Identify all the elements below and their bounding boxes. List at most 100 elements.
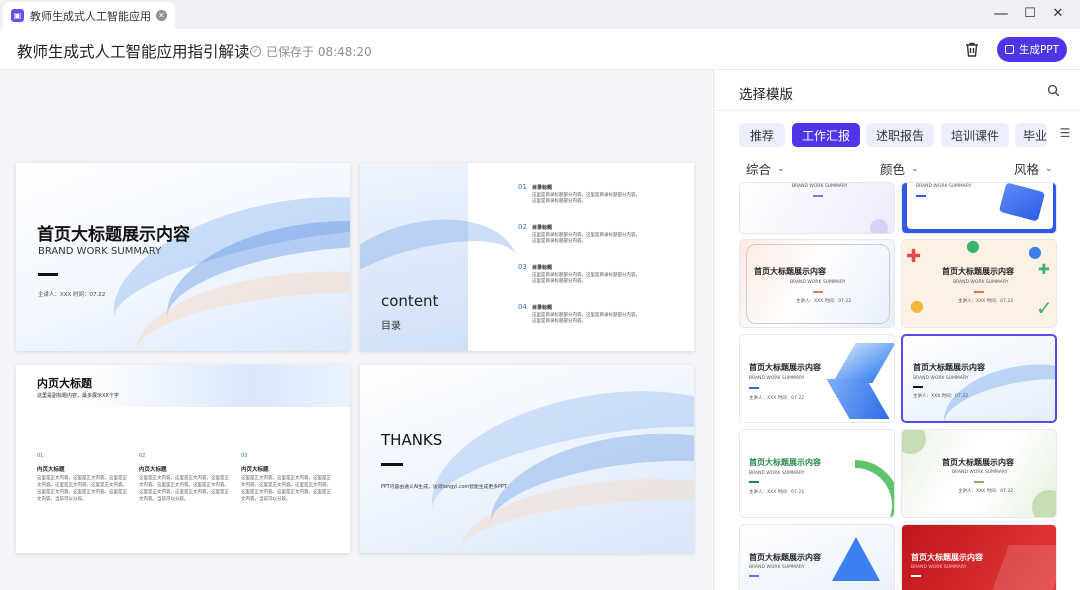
inner-col-text: 这里是正文内容。这里是正文内容。这里是正文内容。这里是正文内容。这里是正文内容。… <box>37 476 127 502</box>
template-title: 首页大标题展示内容 <box>942 267 1014 276</box>
cover-subtitle: BRAND WORK SUMMARY <box>38 246 162 257</box>
chevron-down-icon: ⌄ <box>1045 163 1053 174</box>
template-thumb-selected[interactable]: 首页大标题展示内容 BRAND WORK SUMMARY 主讲人：XXX 时间：… <box>901 334 1057 423</box>
toc-item-head: 目录标题 <box>532 305 553 311</box>
template-panel: 选择模版 推荐 工作汇报 述职报告 培训课件 毕业 ☰ 综合 ⌄ 颜色 ⌄ 风格 ⌄ … <box>713 70 1080 590</box>
inner-col-head: 内页大标题 <box>139 467 167 473</box>
inner-col-number: 03 <box>241 453 248 459</box>
tab-graduation[interactable]: 毕业 <box>1015 123 1047 147</box>
inner-column: 03 内页大标题 这里是正文内容。这里是正文内容。这里是正文内容。这里是正文内容… <box>241 453 331 503</box>
filter-color[interactable]: 颜色 ⌄ <box>880 159 919 178</box>
template-bar <box>974 291 984 293</box>
divider <box>714 110 1080 111</box>
template-thumb[interactable]: 首页大标题展示内容 BRAND WORK SUMMARY <box>901 524 1057 590</box>
inner-col-head: 内页大标题 <box>37 467 65 473</box>
slide-toc[interactable]: content 目录 01 目录标题 这里是目录标题部分内容。这里是目录标题部分… <box>360 163 694 351</box>
inner-title: 内页大标题 <box>37 377 92 390</box>
filter-style[interactable]: 风格 ⌄ <box>1014 159 1053 178</box>
thanks-bar <box>381 463 403 466</box>
generate-ppt-button[interactable]: 生成PPT <box>997 37 1067 62</box>
slide-cover[interactable]: 首页大标题展示内容 BRAND WORK SUMMARY 主讲人：XXX 时间：… <box>16 163 350 351</box>
toc-item-text: 这里是目录标题部分内容。这里是目录标题部分内容。这里是目录标题部分内容。 <box>532 233 640 244</box>
template-sub: BRAND WORK SUMMARY <box>792 184 848 189</box>
template-meta: 主讲人：XXX 时间：07.22 <box>913 394 969 399</box>
template-sub: BRAND WORK SUMMARY <box>916 184 972 189</box>
chevron-down-icon: ⌄ <box>777 163 785 174</box>
save-status: ✓ 已保存于 08:48:20 <box>250 43 372 60</box>
template-bar <box>749 387 759 389</box>
inner-column: 01 内页大标题 这里是正文内容。这里是正文内容。这里是正文内容。这里是正文内容… <box>37 453 127 503</box>
document-title[interactable]: 教师生成式人工智能应用指引解读 <box>17 40 250 62</box>
decor-shape <box>791 441 894 517</box>
document-tab[interactable]: ▣ 教师生成式人工智能应用指... ✕ <box>3 2 175 29</box>
template-thumb[interactable]: 首页大标题展示内容 BRAND WORK SUMMARY 主讲人：XXX 时间：… <box>739 239 895 328</box>
template-thumb[interactable]: 首页大标题展示内容 BRAND WORK SUMMARY <box>739 524 895 590</box>
tab-recommend[interactable]: 推荐 <box>739 123 785 147</box>
toc-item-text: 这里是目录标题部分内容。这里是目录标题部分内容。这里是目录标题部分内容。 <box>532 193 640 204</box>
toc-item-text: 这里是目录标题部分内容。这里是目录标题部分内容。这里是目录标题部分内容。 <box>532 273 640 284</box>
template-thumb[interactable]: BRAND WORK SUMMARY <box>901 182 1057 234</box>
template-bar <box>913 386 923 388</box>
template-title: 首页大标题展示内容 <box>942 458 1014 467</box>
toc-title: content <box>381 292 439 310</box>
thanks-title: THANKS <box>381 431 443 449</box>
filter-sort[interactable]: 综合 ⌄ <box>746 159 785 178</box>
filter-label: 风格 <box>1014 162 1040 177</box>
template-meta: 主讲人：XXX 时间：07.22 <box>958 299 1014 304</box>
template-meta: 主讲人：XXX 时间：07.22 <box>796 299 852 304</box>
decor-shape: ✚ <box>1038 262 1050 278</box>
template-title: 首页大标题展示内容 <box>754 267 826 276</box>
template-sub: BRAND WORK SUMMARY <box>749 565 805 570</box>
toc-side-panel <box>360 163 533 351</box>
cover-meta: 主讲人：XXX 时间：07.22 <box>38 292 106 298</box>
tab-work-report[interactable]: 工作汇报 <box>792 123 860 147</box>
ppt-icon <box>1004 45 1014 54</box>
title-bar: ▣ 教师生成式人工智能应用指... ✕ — ☐ ✕ <box>0 0 1080 29</box>
cover-bar <box>38 273 58 276</box>
toc-item-number: 01 <box>518 183 527 191</box>
decor-leaf <box>902 430 926 454</box>
template-title: 首页大标题展示内容 <box>913 363 985 372</box>
template-sub: BRAND WORK SUMMARY <box>749 471 805 476</box>
template-bar <box>916 195 926 197</box>
template-thumb[interactable]: ✚ ● ● ✚ ● ✓ 首页大标题展示内容 BRAND WORK SUMMARY… <box>901 239 1057 328</box>
decor-shape: ● <box>910 296 924 315</box>
close-window-icon[interactable]: ✕ <box>1049 6 1067 21</box>
toc-item: 01 目录标题 这里是目录标题部分内容。这里是目录标题部分内容。这里是目录标题部… <box>518 183 648 223</box>
template-thumb[interactable]: 首页大标题展示内容 BRAND WORK SUMMARY 主讲人：XXX 时间：… <box>739 334 895 423</box>
template-title: 首页大标题展示内容 <box>749 363 821 372</box>
template-title: 首页大标题展示内容 <box>749 553 821 562</box>
tab-title: 教师生成式人工智能应用指... <box>30 9 150 23</box>
template-thumb[interactable]: 首页大标题展示内容 BRAND WORK SUMMARY 主讲人：XXX 时间：… <box>739 429 895 518</box>
toc-item-head: 目录标题 <box>532 265 553 271</box>
template-thumb[interactable]: 首页大标题展示内容 BRAND WORK SUMMARY 主讲人：XXX 时间：… <box>901 429 1057 518</box>
cover-title: 首页大标题展示内容 <box>37 225 190 245</box>
more-tabs-icon[interactable]: ☰ <box>1052 126 1078 146</box>
menu-icon[interactable]: — <box>992 4 1010 22</box>
template-sub: BRAND WORK SUMMARY <box>913 376 969 381</box>
decor-shape <box>870 219 888 233</box>
slide-inner[interactable]: 内页大标题 这里是副标题内容，最多展示XX个字 01 内页大标题 这里是正文内容… <box>16 365 350 553</box>
slide-thanks[interactable]: THANKS PPT内容由通义AI生成，访问tongyi.com智能生成更多PP… <box>360 365 694 553</box>
maximize-icon[interactable]: ☐ <box>1021 6 1039 21</box>
toc-item-text: 这里是目录标题部分内容。这里是目录标题部分内容。这里是目录标题部分内容。 <box>532 313 640 324</box>
template-bar <box>749 575 759 577</box>
decor-shape: ✚ <box>906 246 922 267</box>
search-icon[interactable] <box>1047 84 1060 97</box>
thanks-note: PPT内容由通义AI生成，访问tongyi.com智能生成更多PPT <box>381 485 507 490</box>
decor-shape <box>832 343 894 383</box>
template-thumb[interactable]: BRAND WORK SUMMARY <box>739 182 895 234</box>
decor-shape <box>826 379 890 419</box>
tab-job-report[interactable]: 述职报告 <box>866 123 934 147</box>
template-sub: BRAND WORK SUMMARY <box>749 376 805 381</box>
template-meta: 主讲人：XXX 时间：07.22 <box>749 396 805 401</box>
decor-shape <box>832 537 880 581</box>
trash-icon[interactable] <box>963 41 981 59</box>
template-bar <box>974 481 984 483</box>
template-bar <box>749 481 759 483</box>
inner-col-text: 这里是正文内容。这里是正文内容。这里是正文内容。这里是正文内容。这里是正文内容。… <box>139 476 229 502</box>
template-bar <box>813 291 823 293</box>
tab-training[interactable]: 培训课件 <box>941 123 1009 147</box>
inner-column: 02 内页大标题 这里是正文内容。这里是正文内容。这里是正文内容。这里是正文内容… <box>139 453 229 503</box>
tab-close-icon[interactable]: ✕ <box>156 10 167 21</box>
